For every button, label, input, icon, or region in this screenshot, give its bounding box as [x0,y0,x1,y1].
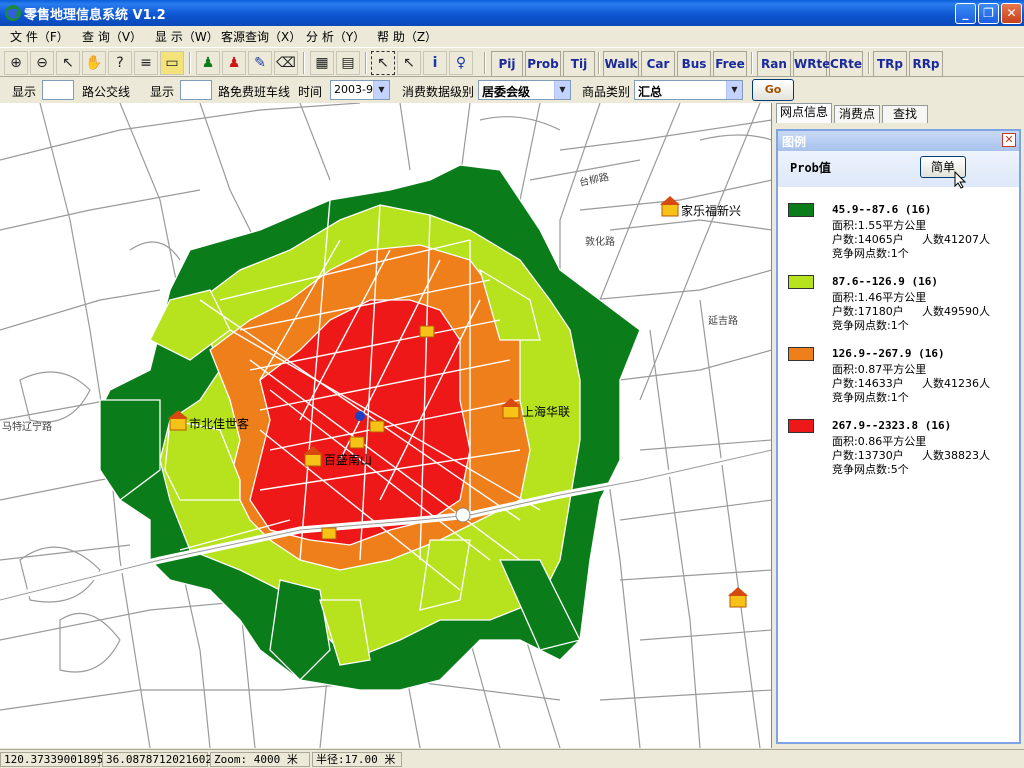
pin-green-icon[interactable]: ♟ [196,51,220,75]
menu-query[interactable]: 查 询（V） [82,28,142,45]
close-window-button[interactable]: ✕ [1001,3,1022,24]
person-icon[interactable]: ♀ [449,51,473,75]
time-label: 时间 [298,85,323,99]
pin-blue-icon[interactable]: ✎ [248,51,272,75]
poi-label-jialefu: 家乐福新兴 [681,203,741,218]
show-freebus-label: 显示 [150,85,175,99]
chevron-down-icon: ▼ [373,81,389,99]
tab-outlet-info[interactable]: 网点信息 [776,103,832,123]
wrte-button[interactable]: WRte [793,51,830,77]
globe-app-icon [5,5,21,21]
minimize-button[interactable]: _ [955,3,976,24]
tab-consumption-points[interactable]: 消费点 [834,105,880,123]
bus-line-input[interactable] [42,80,74,100]
category-select[interactable]: 汇总 ▼ [634,80,743,100]
info-icon[interactable]: i [423,51,447,75]
menu-analysis[interactable]: 分 析（Y） [306,28,365,45]
mouse-cursor-icon [954,171,966,189]
free-bus-label: 路免费班车线 [218,85,291,99]
select-rect-icon[interactable]: ↖ [371,51,395,75]
pin-red-icon[interactable]: ♟ [222,51,246,75]
road-label-mate: 马特辽宁路 [2,420,52,433]
status-zoom: Zoom: 4000 米 [210,752,310,767]
legend-swatch [788,203,814,217]
prob-button[interactable]: Prob [525,51,561,77]
show-bus-label: 显示 [12,85,37,99]
pointer-icon[interactable]: ↖ [56,51,80,75]
trp-button[interactable]: TRp [873,51,907,77]
close-icon[interactable]: ✕ [1002,133,1016,147]
road-label-dunhua: 敦化路 [585,235,615,248]
menu-bar: 文 件（F） 查 询（V） 显 示（W） 客源查询（X） 分 析（Y） 帮 助（… [0,26,1024,46]
go-button[interactable]: Go [752,79,794,101]
poi-label-hualian: 上海华联 [522,404,570,419]
bus-line-label: 路公交线 [82,85,131,99]
arrow-icon[interactable]: ↖ [397,51,421,75]
tij-button[interactable]: Tij [563,51,595,77]
menu-customer-query[interactable]: 客源查询（X） [221,28,301,45]
level-label: 消费数据级别 [402,85,475,99]
pan-hand-icon[interactable]: ✋ [82,51,106,75]
legend-swatch [788,419,814,433]
title-bar: 零售地理信息系统 V1.2 _ ❐ ✕ [0,0,1024,26]
car-button[interactable]: Car [641,51,675,77]
filter-bar: 显示 路公交线 显示 路免费班车线 时间 2003-9 ▼ 消费数据级别 居委会… [0,78,1024,102]
poi-jialefu[interactable]: 家乐福新兴 [660,196,741,218]
rrp-button[interactable]: RRp [909,51,943,77]
tab-search[interactable]: 查找 [882,105,928,123]
zoom-in-icon[interactable]: ⊕ [4,51,28,75]
window-title: 零售地理信息系统 V1.2 [24,8,166,23]
bus-button[interactable]: Bus [677,51,711,77]
legend-title: Prob值 [790,161,831,175]
menu-file[interactable]: 文 件（F） [10,28,69,45]
legend-swatch [788,275,814,289]
status-y-coord: 36.0878712021602 [102,752,212,767]
walk-button[interactable]: Walk [603,51,639,77]
menu-help[interactable]: 帮 助（Z） [377,28,437,45]
map-frame-icon[interactable]: ▭ [160,51,184,75]
eraser-icon[interactable]: ⌫ [274,51,298,75]
time-select[interactable]: 2003-9 ▼ [330,80,390,100]
legend-swatch [788,347,814,361]
chevron-down-icon: ▼ [554,81,570,99]
status-radius: 半径:17.00 米 [312,752,402,767]
legend-panel: 图例 ✕ Prob值 简单 45.9--87.6 (16) 面积:1.55平方公… [776,129,1021,744]
free-bus-input[interactable] [180,80,212,100]
legend-header-title: 图例 [782,135,807,149]
free-button[interactable]: Free [713,51,747,77]
zoom-out-icon[interactable]: ⊖ [30,51,54,75]
status-x-coord: 120.37339001895 [0,752,103,767]
level-select[interactable]: 居委会级 ▼ [478,80,571,100]
map-svg: 敦化路 延吉路 马特辽宁路 台柳路 家乐福新兴 上海华联 市北佳世客 百盛南山 [0,103,771,748]
poi-label-parkson: 百盛南山 [324,452,372,467]
map-canvas[interactable]: 敦化路 延吉路 马特辽宁路 台柳路 家乐福新兴 上海华联 市北佳世客 百盛南山 [0,103,772,748]
report-icon[interactable]: ▤ [336,51,360,75]
right-panel: 网点信息 消费点 查找 图例 ✕ Prob值 简单 45.9--87.6 (16… [774,103,1024,748]
chevron-down-icon: ▼ [726,81,742,99]
help-cursor-icon[interactable]: ? [108,51,132,75]
legend-header: 图例 ✕ [778,131,1019,151]
road-label-yanji: 延吉路 [708,314,738,327]
category-label: 商品类别 [582,85,631,99]
restore-button[interactable]: ❐ [978,3,999,24]
roundabout [455,507,471,523]
pij-button[interactable]: Pij [491,51,523,77]
toolbar: ⊕ ⊖ ↖ ✋ ? ≡ ▭ ♟ ♟ ✎ ⌫ ▦ ▤ ↖ ↖ i ♀ Pij Pr… [0,47,1024,77]
legend-subheader: Prob值 简单 [778,151,1019,189]
crte-button[interactable]: CRte [829,51,863,77]
road-label-tailiu: 台柳路 [578,170,610,189]
layers-icon[interactable]: ≡ [134,51,158,75]
menu-view[interactable]: 显 示（W） [155,28,219,45]
poi-label-jusco: 市北佳世客 [189,416,249,431]
ran-button[interactable]: Ran [757,51,791,77]
status-bar: 120.37339001895 36.0878712021602 Zoom: 4… [0,749,1024,768]
table-icon[interactable]: ▦ [310,51,334,75]
